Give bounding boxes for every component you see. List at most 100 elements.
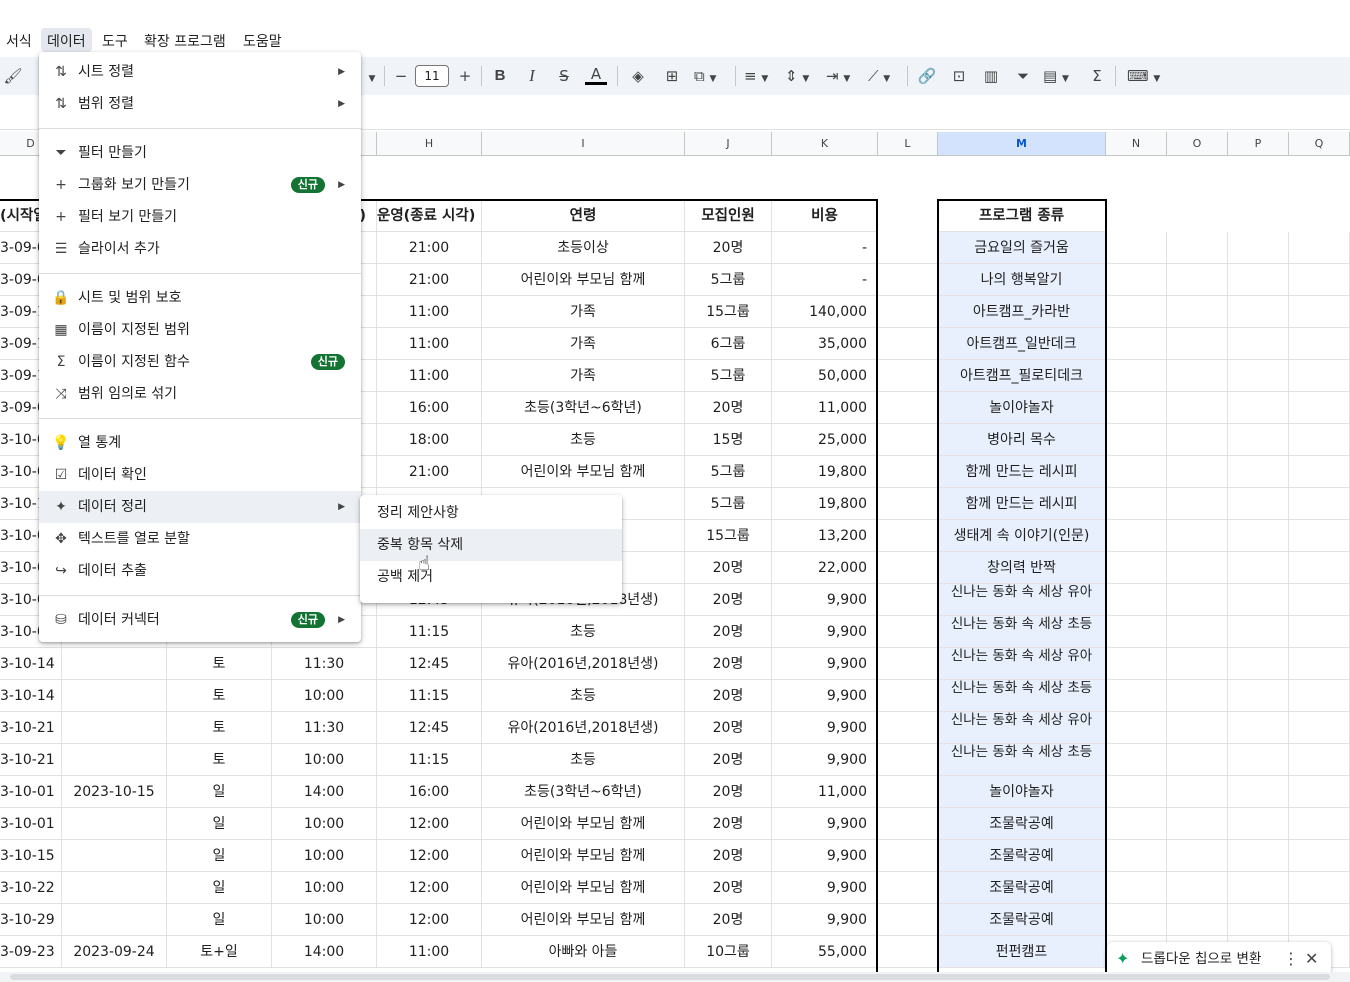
align-horizontal-icon[interactable]: ≡ ▼: [744, 65, 768, 87]
cell-end-date[interactable]: [62, 648, 167, 680]
cell-blank[interactable]: [1228, 776, 1289, 808]
cell-blank[interactable]: [1228, 488, 1289, 520]
cell-blank[interactable]: [1289, 616, 1350, 648]
cell-age[interactable]: 유아(2016년,2018년생): [482, 712, 685, 744]
cell-blank[interactable]: [1289, 360, 1350, 392]
cell-end-time[interactable]: 11:15: [377, 744, 482, 776]
cell-end-time[interactable]: 12:00: [377, 872, 482, 904]
cell-age[interactable]: 가족: [482, 296, 685, 328]
cell-blank[interactable]: [878, 424, 938, 456]
cell-blank[interactable]: [878, 744, 938, 776]
cell-blank[interactable]: [1289, 456, 1350, 488]
cell-blank[interactable]: [878, 488, 938, 520]
cell-start-date[interactable]: 3-10-29: [0, 904, 62, 936]
cell-capacity[interactable]: 20명: [685, 552, 772, 584]
header-cell-capacity[interactable]: 모집인원: [685, 200, 772, 232]
functions-button[interactable]: Σ: [1086, 65, 1108, 87]
cell-blank[interactable]: [1106, 872, 1167, 904]
cell-age[interactable]: 어린이와 부모님 함께: [482, 264, 685, 296]
menu-item-filter[interactable]: ⏷ 필터 만들기: [39, 137, 361, 169]
cell-blank[interactable]: [878, 936, 938, 968]
cell-blank[interactable]: [1289, 712, 1350, 744]
paint-format-icon[interactable]: 🖌: [2, 65, 24, 87]
cell-program-type[interactable]: 함께 만드는 레시피: [938, 488, 1106, 520]
cell-capacity[interactable]: 20명: [685, 616, 772, 648]
cell-blank[interactable]: [878, 264, 938, 296]
cell-end-date[interactable]: [62, 712, 167, 744]
cell-cost[interactable]: 140,000: [772, 296, 878, 328]
cell-cost[interactable]: 22,000: [772, 552, 878, 584]
cell-end-time[interactable]: 21:00: [377, 232, 482, 264]
cell-blank[interactable]: [1167, 328, 1228, 360]
cell-capacity[interactable]: 20명: [685, 904, 772, 936]
cell-age[interactable]: 어린이와 부모님 함께: [482, 872, 685, 904]
cell-start-date[interactable]: 3-10-21: [0, 712, 62, 744]
cell-cost[interactable]: 25,000: [772, 424, 878, 456]
column-header-k[interactable]: K: [772, 132, 878, 156]
cell-age[interactable]: 초등: [482, 616, 685, 648]
italic-button[interactable]: I: [521, 65, 543, 87]
cell-blank[interactable]: [1167, 456, 1228, 488]
cell-blank[interactable]: [1228, 616, 1289, 648]
cell-blank[interactable]: [878, 360, 938, 392]
cell-program-type[interactable]: 생태계 속 이야기(인문): [938, 520, 1106, 552]
cell-blank[interactable]: [878, 296, 938, 328]
cell-blank[interactable]: [1289, 744, 1350, 776]
column-header-n[interactable]: N: [1106, 132, 1167, 156]
align-vertical-icon[interactable]: ⇕ ▼: [785, 65, 809, 87]
cell-cost[interactable]: 9,900: [772, 872, 878, 904]
cell-cost[interactable]: -: [772, 232, 878, 264]
header-cell-end-time[interactable]: 운영(종료 시각): [377, 200, 482, 232]
cell-blank[interactable]: [1106, 488, 1167, 520]
cell-program-type[interactable]: 함께 만드는 레시피: [938, 456, 1106, 488]
cell-blank[interactable]: [1228, 264, 1289, 296]
header-cell-program-type[interactable]: 프로그램 종류: [938, 200, 1106, 232]
cell-start-date[interactable]: 3-09-23: [0, 936, 62, 968]
cell-capacity[interactable]: 20명: [685, 712, 772, 744]
cell-capacity[interactable]: 5그룹: [685, 360, 772, 392]
menu-item-sort[interactable]: ⇅ 시트 정렬 ▶: [39, 56, 361, 88]
cell-blank[interactable]: [1228, 552, 1289, 584]
cell-program-type[interactable]: 신나는 동화 속 세상 초등: [938, 744, 1106, 776]
cell-end-date[interactable]: [62, 680, 167, 712]
cell-end-time[interactable]: 12:45: [377, 712, 482, 744]
cell-program-type[interactable]: 신나는 동화 속 세상 유아: [938, 712, 1106, 744]
cell-age[interactable]: 아빠와 아들: [482, 936, 685, 968]
cell-capacity[interactable]: 20명: [685, 840, 772, 872]
cell-blank[interactable]: [1167, 296, 1228, 328]
cleanup-suggestions-item[interactable]: 정리 제안사항: [360, 497, 622, 529]
cell-blank[interactable]: [1106, 328, 1167, 360]
cell-cost[interactable]: 9,900: [772, 712, 878, 744]
cell-end-time[interactable]: 16:00: [377, 392, 482, 424]
cell-blank[interactable]: [1289, 648, 1350, 680]
convert-dropdown-toast[interactable]: ✦ 드롭다운 칩으로 변환 ⋮ ✕: [1107, 942, 1331, 976]
cell-blank[interactable]: [1167, 392, 1228, 424]
cell-start-time[interactable]: 11:30: [272, 648, 377, 680]
cell-end-time[interactable]: 11:15: [377, 680, 482, 712]
column-header-h[interactable]: H: [377, 132, 482, 156]
cell-blank[interactable]: [1167, 744, 1228, 776]
cell-start-date[interactable]: 3-10-14: [0, 648, 62, 680]
cell-blank[interactable]: [1167, 360, 1228, 392]
cell-blank[interactable]: [1289, 520, 1350, 552]
cell-capacity[interactable]: 6그룹: [685, 328, 772, 360]
cell-start-time[interactable]: 10:00: [272, 904, 377, 936]
cell-end-time[interactable]: 16:00: [377, 776, 482, 808]
menu-item-extract[interactable]: ↪ 데이터 추출: [39, 555, 361, 587]
cell-program-type[interactable]: 나의 행복알기: [938, 264, 1106, 296]
cell-cost[interactable]: 13,200: [772, 520, 878, 552]
cell-blank[interactable]: [1106, 680, 1167, 712]
cell-blank[interactable]: [1106, 776, 1167, 808]
cell-cost[interactable]: 55,000: [772, 936, 878, 968]
cell-start-date[interactable]: 3-10-15: [0, 840, 62, 872]
cell-blank[interactable]: [1167, 680, 1228, 712]
cell-blank[interactable]: [1228, 584, 1289, 616]
cell-blank[interactable]: [1106, 616, 1167, 648]
cell-blank[interactable]: [1106, 808, 1167, 840]
menu-item-shuffle[interactable]: ⤨ 범위 임의로 섞기: [39, 378, 361, 410]
cell-end-time[interactable]: 12:00: [377, 904, 482, 936]
cell-capacity[interactable]: 20명: [685, 584, 772, 616]
cell-start-time[interactable]: 10:00: [272, 744, 377, 776]
cell-blank[interactable]: [878, 840, 938, 872]
cell-blank[interactable]: [1289, 680, 1350, 712]
